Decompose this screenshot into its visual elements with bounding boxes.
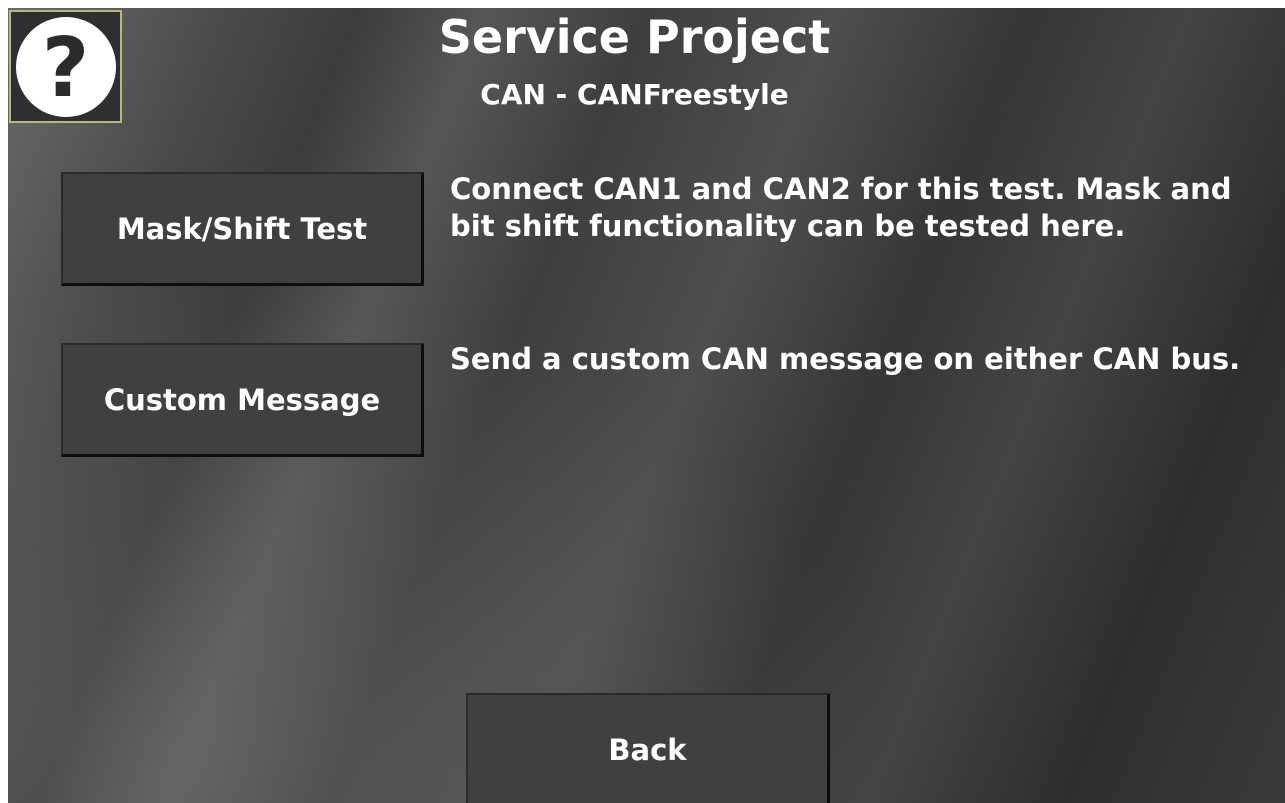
back-button[interactable]: Back xyxy=(466,693,830,803)
page-subtitle: CAN - CANFreestyle xyxy=(480,78,789,111)
mask-shift-test-button[interactable]: Mask/Shift Test xyxy=(61,172,424,286)
page-title: Service Project xyxy=(438,10,831,64)
custom-message-description: Send a custom CAN message on either CAN … xyxy=(450,342,1241,376)
service-screen: ? Mask/Shift Test Connect CAN1 and CAN2 … xyxy=(8,8,1285,803)
custom-message-button[interactable]: Custom Message xyxy=(61,343,424,457)
mask-shift-test-description: Connect CAN1 and CAN2 for this test. Mas… xyxy=(450,172,1232,243)
